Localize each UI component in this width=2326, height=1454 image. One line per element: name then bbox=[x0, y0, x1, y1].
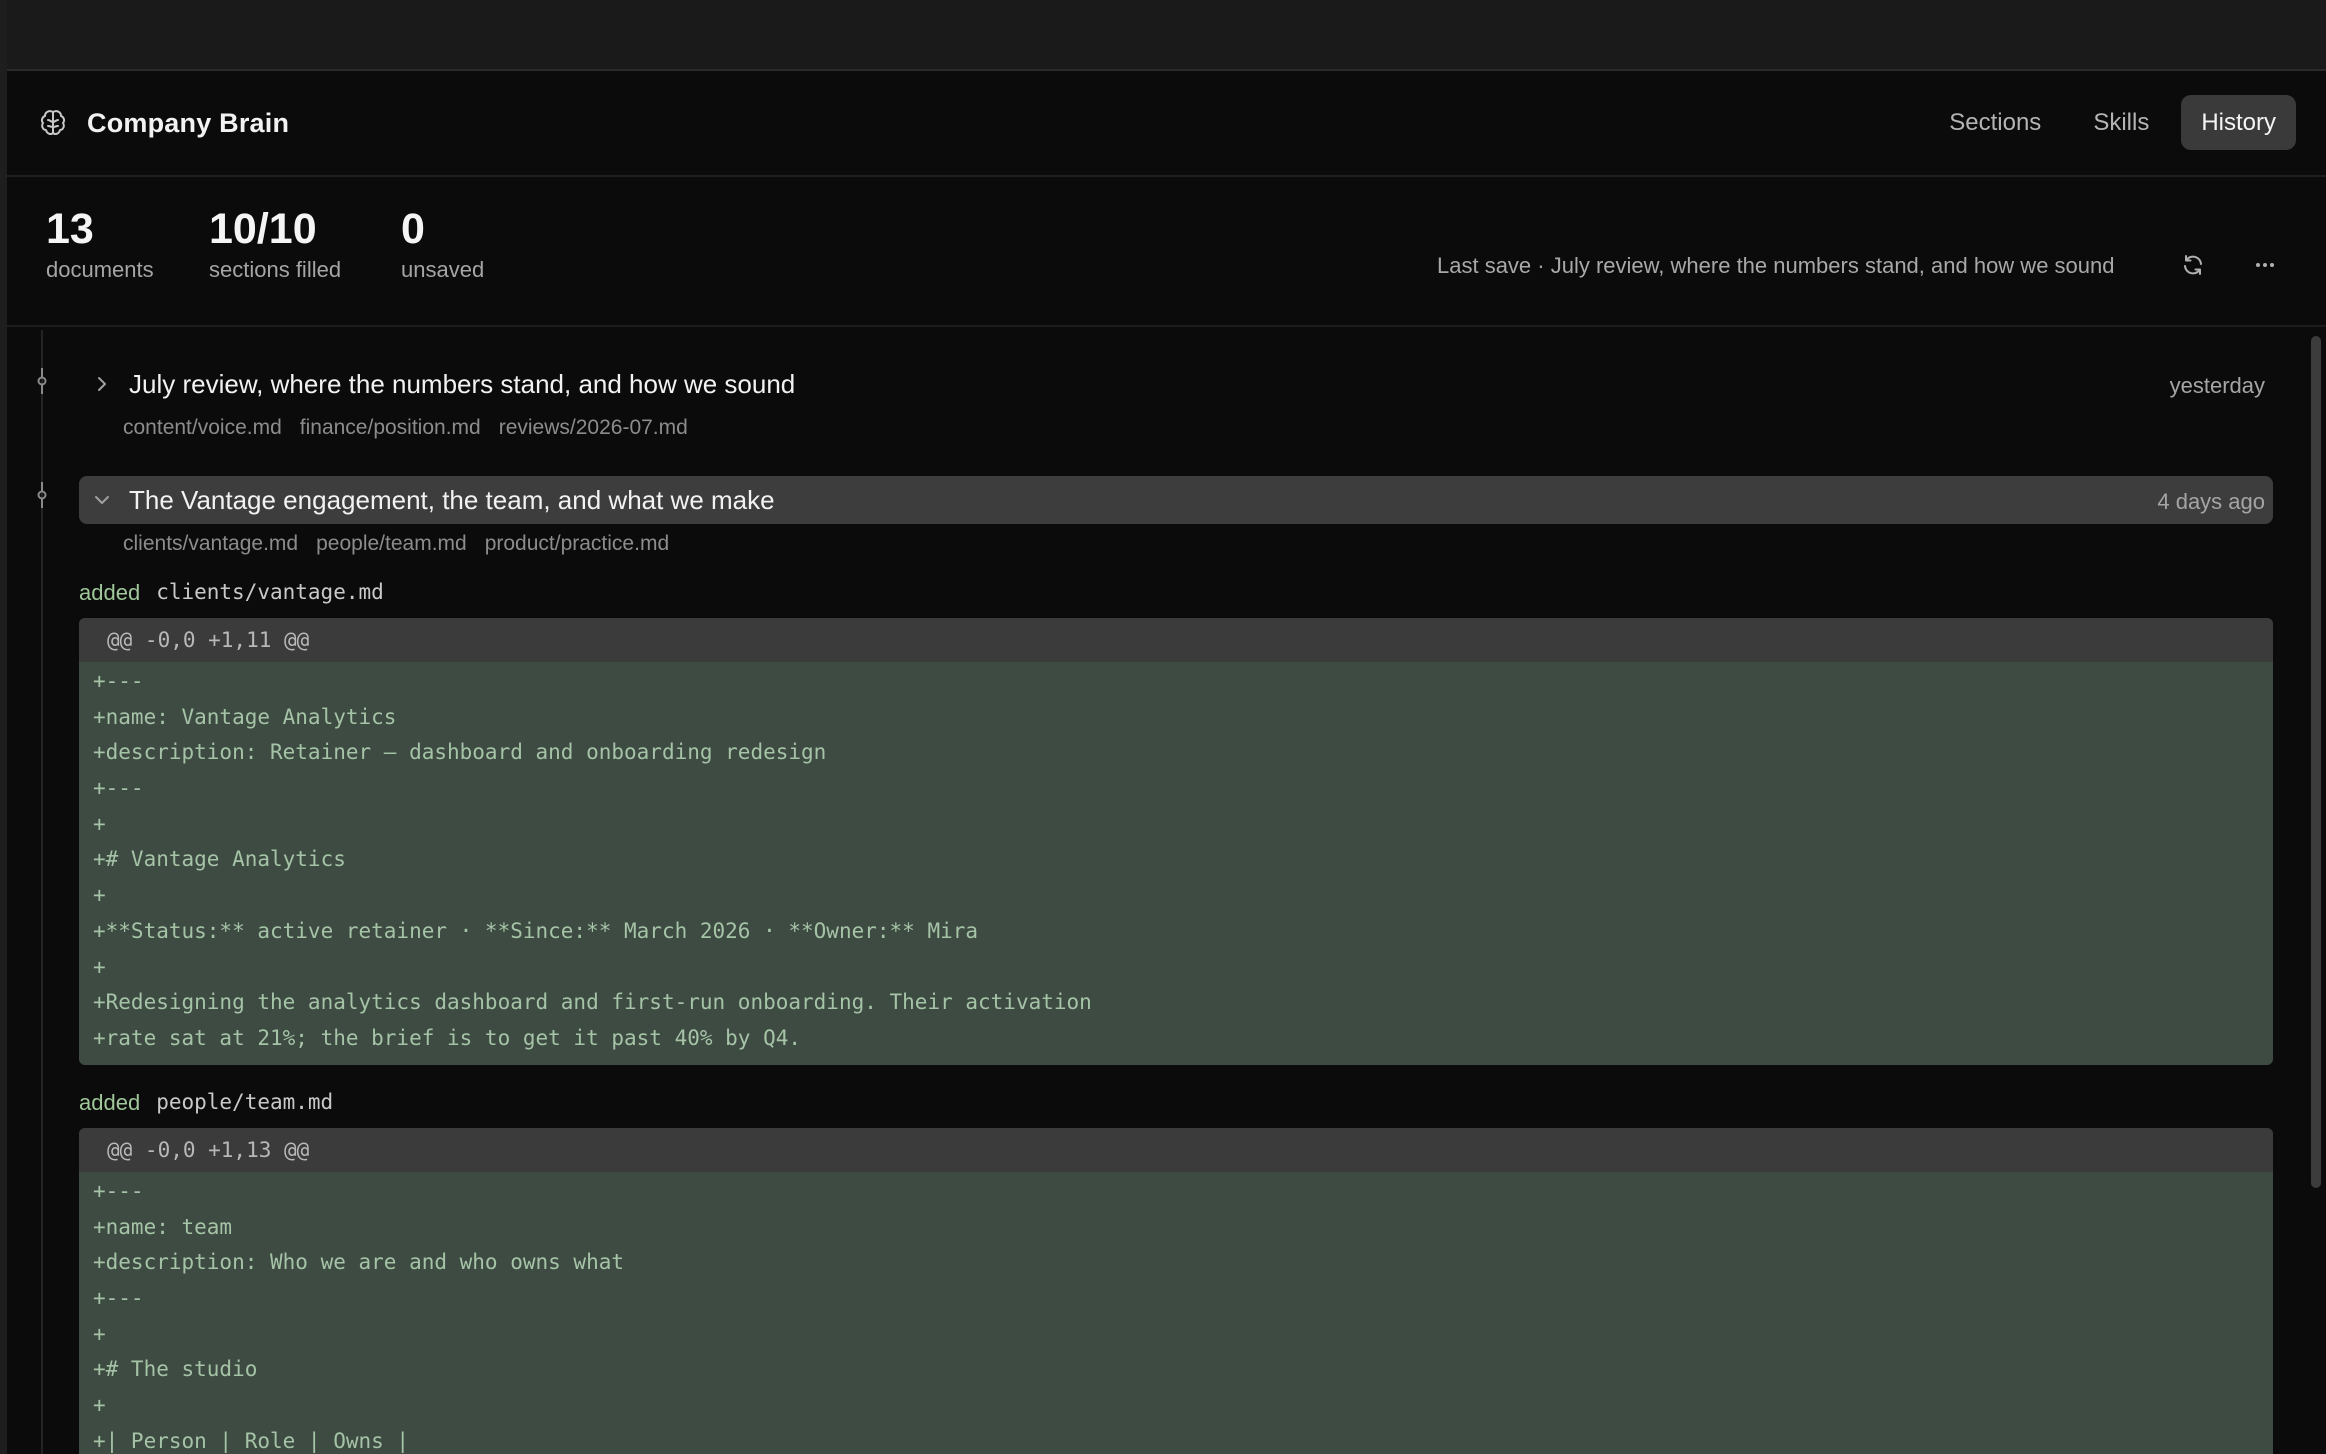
file-tag[interactable]: reviews/2026-07.md bbox=[499, 416, 688, 440]
diff-line: + bbox=[93, 954, 106, 979]
stat-label: unsaved bbox=[401, 257, 485, 282]
stats-bar: 13 documents 10/10 sections filled 0 uns… bbox=[7, 179, 2326, 327]
diff-line: +# Vantage Analytics bbox=[93, 847, 346, 872]
history-scrollbar[interactable] bbox=[2307, 330, 2326, 1454]
diff-line: + bbox=[93, 1393, 106, 1418]
diff-line: +description: Retainer — dashboard and o… bbox=[93, 740, 827, 765]
more-horizontal-icon bbox=[2256, 263, 2274, 267]
file-tag[interactable]: product/practice.md bbox=[485, 532, 669, 556]
stat-sections-filled: 10/10 sections filled bbox=[209, 203, 341, 283]
last-save-status: Last save · July review, where the numbe… bbox=[1437, 253, 2115, 278]
diff-line: +**Status:** active retainer · **Since:*… bbox=[93, 918, 979, 943]
commit-time: 4 days ago bbox=[2157, 489, 2265, 514]
window-top-bar bbox=[0, 0, 2326, 71]
stat-label: documents bbox=[46, 257, 154, 282]
diff-lines: +--- +name: Vantage Analytics +descripti… bbox=[79, 662, 2273, 1065]
diff-hunk-header: @@ -0,0 +1,11 @@ bbox=[79, 618, 2273, 662]
diff-block: @@ -0,0 +1,11 @@ +--- +name: Vantage Ana… bbox=[79, 618, 2273, 1065]
commit-files: clients/vantage.md people/team.md produc… bbox=[123, 532, 669, 556]
app-title: Company Brain bbox=[87, 107, 290, 138]
change-header: added clients/vantage.md bbox=[79, 580, 384, 606]
commit-title: July review, where the numbers stand, an… bbox=[129, 369, 796, 399]
more-options-button[interactable] bbox=[2243, 243, 2287, 287]
main-nav: Sections Skills History bbox=[1929, 95, 2296, 150]
stat-label: sections filled bbox=[209, 257, 342, 282]
app-header: Company Brain Sections Skills History bbox=[7, 71, 2326, 177]
brand[interactable]: Company Brain bbox=[37, 103, 289, 143]
diff-line: +--- bbox=[93, 669, 144, 693]
change-header: added people/team.md bbox=[79, 1090, 333, 1116]
nav-history-button[interactable]: History bbox=[2181, 95, 2296, 150]
stat-unsaved: 0 unsaved bbox=[401, 203, 484, 283]
stat-documents: 13 documents bbox=[46, 203, 154, 283]
nav-sections-button[interactable]: Sections bbox=[1929, 95, 2061, 150]
commit-files: content/voice.md finance/position.md rev… bbox=[123, 416, 688, 440]
diff-line: +# The studio bbox=[93, 1357, 258, 1382]
nav-skills-button[interactable]: Skills bbox=[2073, 95, 2169, 150]
refresh-button[interactable] bbox=[2171, 243, 2215, 287]
commit-title: The Vantage engagement, the team, and wh… bbox=[129, 485, 775, 515]
change-kind-badge: added bbox=[79, 1090, 141, 1115]
commit-icon bbox=[34, 482, 50, 508]
history-list: July review, where the numbers stand, an… bbox=[7, 330, 2307, 1454]
diff-line: +name: team bbox=[93, 1214, 233, 1239]
refresh-icon bbox=[2184, 255, 2202, 275]
file-tag[interactable]: people/team.md bbox=[316, 532, 467, 556]
diff-line: +rate sat at 21%; the brief is to get it… bbox=[93, 1025, 802, 1050]
file-tag[interactable]: clients/vantage.md bbox=[123, 532, 298, 556]
diff-line: +name: Vantage Analytics bbox=[93, 704, 397, 729]
change-file-path[interactable]: people/team.md bbox=[156, 1090, 333, 1116]
diff-line: +--- bbox=[93, 1179, 144, 1203]
diff-lines: +--- +name: team +description: Who we ar… bbox=[79, 1172, 2273, 1454]
diff-line: +Redesigning the analytics dashboard and… bbox=[93, 990, 1092, 1015]
diff-hunk-header: @@ -0,0 +1,13 @@ bbox=[79, 1128, 2273, 1172]
brain-icon bbox=[40, 110, 66, 135]
diff-line: + bbox=[93, 1321, 106, 1346]
chevron-right-icon bbox=[98, 377, 106, 391]
stat-value: 10/10 bbox=[209, 205, 317, 253]
window-left-edge bbox=[0, 0, 7, 1454]
commit-row-expanded[interactable]: The Vantage engagement, the team, and wh… bbox=[79, 476, 2273, 524]
scrollbar-thumb[interactable] bbox=[2311, 336, 2321, 1188]
file-tag[interactable]: content/voice.md bbox=[123, 416, 282, 440]
diff-line: + bbox=[93, 883, 106, 908]
chevron-down-icon bbox=[95, 496, 109, 504]
diff-line: +description: Who we are and who owns wh… bbox=[93, 1250, 625, 1275]
change-kind-badge: added bbox=[79, 580, 141, 605]
stat-value: 0 bbox=[401, 205, 425, 253]
diff-line: +--- bbox=[93, 1286, 144, 1311]
file-tag[interactable]: finance/position.md bbox=[300, 416, 481, 440]
change-file-path[interactable]: clients/vantage.md bbox=[156, 580, 384, 606]
diff-line: +--- bbox=[93, 776, 144, 801]
commit-row[interactable]: July review, where the numbers stand, an… bbox=[79, 360, 2273, 408]
commit-icon bbox=[34, 368, 50, 394]
commit-time: yesterday bbox=[2169, 373, 2265, 398]
diff-block: @@ -0,0 +1,13 @@ +--- +name: team +descr… bbox=[79, 1128, 2273, 1454]
app-window: Company Brain Sections Skills History 13… bbox=[0, 0, 2326, 1454]
diff-line: + bbox=[93, 811, 106, 836]
diff-line: +| Person | Role | Owns | bbox=[93, 1428, 410, 1453]
stat-value: 13 bbox=[46, 205, 94, 253]
